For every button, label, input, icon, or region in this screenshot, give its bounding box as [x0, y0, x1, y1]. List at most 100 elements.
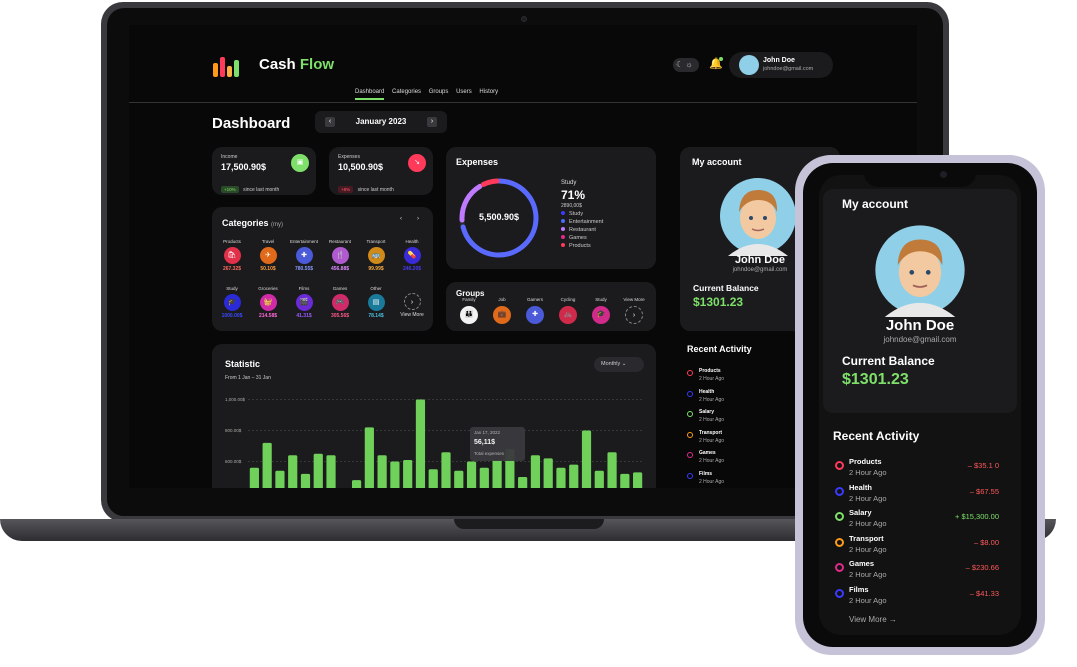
group-name: Cycling — [560, 297, 576, 302]
expenses-note: since last month — [357, 187, 394, 193]
group-job[interactable]: Job 💼 — [487, 297, 517, 324]
category-restaurant[interactable]: Restaurant 🍴 456.88$ — [324, 239, 356, 272]
legend-dot — [561, 243, 565, 247]
y-tick-label: 1,000.00$ — [225, 397, 246, 402]
chart-bar[interactable] — [466, 461, 477, 491]
phone-view-more-link[interactable]: View More → — [849, 615, 897, 624]
expenses-badge-row: +8% since last month — [338, 178, 394, 196]
chart-bar[interactable] — [390, 461, 400, 491]
categories-view-more[interactable]: › View More — [396, 286, 428, 318]
category-name: Study — [226, 286, 238, 291]
tab-users[interactable]: Users — [456, 89, 472, 95]
tab-dashboard[interactable]: Dashboard — [355, 89, 384, 95]
tab-categories[interactable]: Categories — [392, 89, 421, 95]
category-travel[interactable]: Travel ✈ 50.10$ — [252, 239, 284, 272]
page-title: Dashboard — [212, 115, 291, 132]
category-value: 456.88$ — [330, 266, 350, 272]
bell-icon[interactable]: 🔔 — [709, 57, 723, 71]
chart-bar[interactable] — [543, 458, 553, 490]
group-icon: 🎓 — [592, 306, 610, 324]
activity-time: 2 Hour Ago — [699, 376, 725, 382]
circle-icon — [835, 512, 844, 521]
category-value: 214.58$ — [258, 313, 278, 319]
activity-amount: – $230.66 — [965, 563, 999, 572]
chart-bar[interactable] — [428, 469, 438, 490]
activity-amount: + $15,300.00 — [954, 512, 999, 521]
chart-bar[interactable] — [326, 455, 336, 490]
category-name: Health — [405, 239, 419, 244]
circle-icon — [835, 486, 844, 496]
activity-amount: – $41.33 — [969, 588, 999, 598]
phone-recent-activity-title: Recent Activity — [833, 429, 920, 443]
activity-time: 2 Hour Ago — [699, 478, 725, 485]
user-menu[interactable]: John Doe johndoe@gmail.com — [729, 52, 833, 78]
chart-bar[interactable] — [569, 464, 579, 490]
next-month-button[interactable]: › — [427, 117, 437, 127]
activity-name: Products — [849, 457, 882, 466]
chart-bar[interactable] — [249, 467, 259, 490]
expenses-breakdown-card: Expenses 5,500.90$ Study 71% 2890,00$ St… — [446, 147, 656, 269]
category-films[interactable]: Films 🎬 41.31$ — [288, 286, 320, 319]
group-gamers[interactable]: Gamers ✚ — [520, 297, 550, 324]
chart-bar[interactable] — [364, 427, 374, 490]
chart-bar[interactable] — [607, 452, 617, 490]
category-products[interactable]: Products 🛍 267.32$ — [216, 239, 248, 272]
mockup-stage: Cash Flow ☾ ☼ 🔔 John Doe johndoe@gmail.c… — [0, 0, 1077, 667]
y-tick-label: 800.00$ — [225, 428, 242, 433]
category-name: Restaurant — [328, 239, 351, 244]
user-email: johndoe@gmail.com — [763, 66, 814, 72]
chart-bar[interactable] — [556, 467, 566, 490]
chart-bar[interactable] — [530, 455, 541, 490]
category-transport[interactable]: Transport 🚌 99.99$ — [360, 239, 392, 272]
chart-bar[interactable] — [313, 453, 323, 490]
tab-groups[interactable]: Groups — [429, 89, 449, 95]
activity-time: 2 Hour Ago — [849, 519, 887, 528]
circle-icon — [835, 563, 844, 572]
category-groceries[interactable]: Groceries 🧺 214.58$ — [252, 286, 284, 319]
chart-bar[interactable] — [479, 467, 489, 490]
circle-icon — [687, 431, 693, 438]
group-cycling[interactable]: Cycling 🚲 — [553, 297, 583, 324]
tab-history[interactable]: History — [479, 89, 498, 95]
chart-bar[interactable] — [581, 430, 592, 491]
chart-bar[interactable] — [441, 452, 451, 490]
category-name: Transport — [366, 239, 386, 244]
header-divider — [129, 102, 917, 103]
circle-icon — [687, 411, 693, 417]
chart-bar[interactable] — [288, 455, 298, 490]
category-icon: 💊 — [403, 247, 421, 264]
activity-name: Products — [699, 368, 721, 374]
income-value: 17,500.90$ — [221, 162, 267, 172]
category-name: Groceries — [258, 286, 278, 291]
activity-time: 2 Hour Ago — [849, 544, 887, 554]
group-icon: 👪 — [460, 306, 478, 324]
balance-label: Current Balance — [693, 283, 759, 293]
period-select[interactable]: Monthly ⌄ — [594, 357, 644, 372]
legend-item: Restaurant — [561, 227, 603, 233]
category-value: 99.99$ — [368, 266, 384, 272]
category-value: 267.32$ — [222, 266, 242, 272]
categories-prev-button[interactable]: ‹ — [400, 216, 402, 222]
category-study[interactable]: Study 🎓 1000.00$ — [216, 286, 248, 319]
categories-next-button[interactable]: › — [417, 216, 419, 222]
categories-card: Categories (my) ‹ › Products 🛍 267.32$ Trav… — [212, 207, 433, 331]
activity-name: Transport — [849, 533, 884, 543]
chart-bar[interactable] — [403, 459, 413, 490]
expenses-badge: +8% — [338, 186, 354, 193]
group-study[interactable]: Study 🎓 — [586, 297, 616, 324]
phone-balance-label: Current Balance — [842, 354, 935, 368]
avatar — [739, 55, 759, 75]
theme-toggle[interactable]: ☾ ☼ — [673, 58, 699, 72]
chart-down-icon: ↘ — [408, 154, 426, 172]
group-family[interactable]: Family 👪 — [454, 297, 484, 324]
chart-bar[interactable] — [492, 459, 502, 490]
chart-bar[interactable] — [415, 399, 426, 491]
groups-card: Groups Family 👪 Job 💼 Gamers ✚ Cycling 🚲 Study 🎓 V… — [446, 282, 656, 331]
groups-view-more[interactable]: View More › — [619, 297, 649, 324]
chart-bar[interactable] — [262, 442, 272, 490]
category-entertainment[interactable]: Entertainment ✚ 780.55$ — [288, 239, 320, 272]
chart-bar[interactable] — [377, 455, 387, 490]
category-other[interactable]: Other ▤ 78.14$ — [360, 286, 392, 319]
category-games[interactable]: Games 🎮 305.56$ — [324, 286, 356, 319]
category-health[interactable]: Health 💊 240.20$ — [396, 239, 428, 272]
